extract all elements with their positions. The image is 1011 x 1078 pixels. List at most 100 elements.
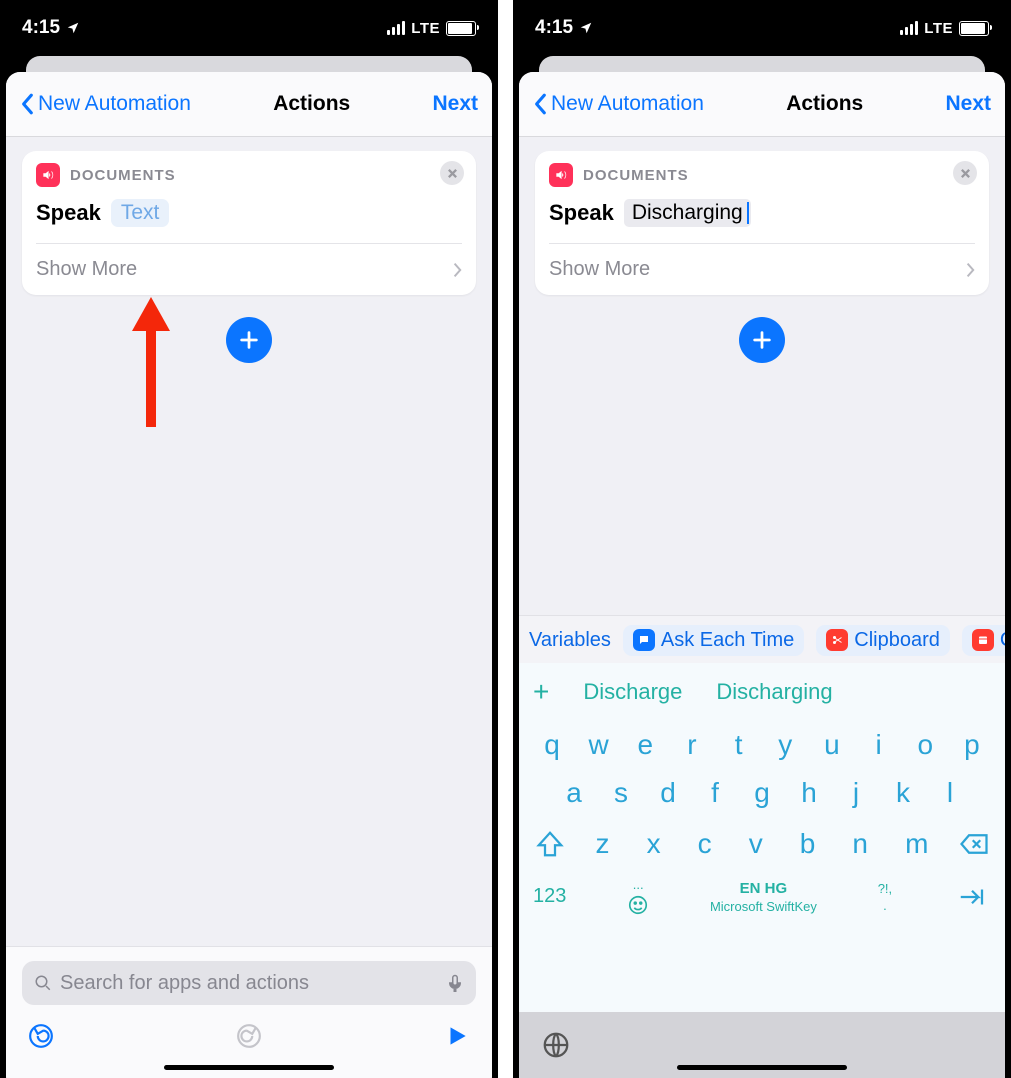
key-u[interactable]: u [811, 729, 853, 761]
chip-current[interactable]: Cur [962, 625, 1005, 656]
key-o[interactable]: o [904, 729, 946, 761]
chevron-left-icon [533, 93, 549, 115]
chip-clipboard[interactable]: Clipboard [816, 625, 950, 656]
key-t[interactable]: t [718, 729, 760, 761]
enter-key[interactable] [953, 878, 991, 916]
home-indicator[interactable] [164, 1065, 334, 1070]
numeric-key[interactable]: 123 [533, 885, 566, 908]
key-x[interactable]: x [647, 828, 661, 860]
main-sheet: New Automation Actions Next DOCUMENTS Sp… [519, 72, 1005, 1078]
suggestion-2[interactable]: Discharging [716, 679, 832, 705]
keyboard-row-2: a s d f g h j k l [519, 769, 1005, 817]
next-button[interactable]: Next [945, 92, 991, 116]
suggestion-1[interactable]: Discharge [583, 679, 682, 705]
suggestion-row: + Discharge Discharging [519, 663, 1005, 721]
key-k[interactable]: k [882, 777, 924, 809]
back-button[interactable]: New Automation [533, 92, 704, 116]
space-key[interactable]: EN HG Microsoft SwiftKey [710, 880, 817, 914]
phone-left: 4:15 LTE New Automation Actions Next [0, 0, 498, 1078]
chevron-left-icon [20, 93, 36, 115]
add-action-button[interactable] [739, 317, 785, 363]
action-card: DOCUMENTS Speak Text Show More [22, 151, 476, 295]
search-input[interactable]: Search for apps and actions [22, 961, 476, 1005]
globe-key[interactable] [541, 1030, 571, 1060]
show-more-label: Show More [549, 258, 650, 281]
key-c[interactable]: c [698, 828, 712, 860]
status-bar: 4:15 LTE [0, 0, 498, 56]
home-indicator[interactable] [677, 1065, 847, 1070]
close-button[interactable] [440, 161, 464, 185]
keyboard-row-3: z x c v b n m [519, 817, 1005, 871]
play-button[interactable] [444, 1023, 470, 1049]
key-d[interactable]: d [647, 777, 689, 809]
nav-bar: New Automation Actions Next [6, 72, 492, 137]
phone-right: 4:15 LTE New Automation Actions Next [513, 0, 1011, 1078]
keyboard-bottom-bar [519, 1012, 1005, 1078]
action-name: Speak [549, 200, 614, 226]
backspace-key[interactable] [955, 825, 993, 863]
redo-button[interactable] [236, 1023, 262, 1049]
action-name: Speak [36, 200, 101, 226]
variables-row: Variables Ask Each Time Clipboard Cur [519, 615, 1005, 664]
battery-icon [446, 21, 476, 36]
shift-key[interactable] [531, 825, 569, 863]
key-y[interactable]: y [764, 729, 806, 761]
show-more-label: Show More [36, 258, 137, 281]
key-z[interactable]: z [596, 828, 610, 860]
text-token[interactable]: Text [111, 199, 170, 227]
next-button[interactable]: Next [432, 92, 478, 116]
key-l[interactable]: l [929, 777, 971, 809]
key-b[interactable]: b [800, 828, 816, 860]
key-n[interactable]: n [852, 828, 868, 860]
variables-label[interactable]: Variables [529, 629, 611, 652]
add-action-button[interactable] [226, 317, 272, 363]
key-j[interactable]: j [835, 777, 877, 809]
text-field[interactable]: Discharging [624, 199, 751, 227]
back-label: New Automation [38, 92, 191, 116]
status-bar: 4:15 LTE [513, 0, 1011, 56]
calendar-icon [972, 629, 994, 651]
emoji-icon [627, 894, 649, 916]
key-h[interactable]: h [788, 777, 830, 809]
key-f[interactable]: f [694, 777, 736, 809]
location-icon [66, 21, 80, 35]
card-source: DOCUMENTS [70, 167, 176, 184]
key-i[interactable]: i [858, 729, 900, 761]
key-q[interactable]: q [531, 729, 573, 761]
back-button[interactable]: New Automation [20, 92, 191, 116]
main-sheet: New Automation Actions Next DOCUMENTS Sp… [6, 72, 492, 1078]
punctuation-key[interactable]: ?!, . [878, 881, 892, 913]
page-title: Actions [786, 92, 863, 116]
key-p[interactable]: p [951, 729, 993, 761]
status-time: 4:15 [22, 17, 60, 39]
key-r[interactable]: r [671, 729, 713, 761]
network-label: LTE [924, 20, 953, 37]
key-w[interactable]: w [578, 729, 620, 761]
location-icon [579, 21, 593, 35]
undo-button[interactable] [28, 1023, 54, 1049]
key-g[interactable]: g [741, 777, 783, 809]
key-m[interactable]: m [905, 828, 928, 860]
chip-ask-each-time[interactable]: Ask Each Time [623, 625, 804, 656]
add-suggestion-button[interactable]: + [533, 676, 549, 708]
card-source: DOCUMENTS [583, 167, 689, 184]
show-more-row[interactable]: Show More [535, 244, 989, 295]
key-v[interactable]: v [749, 828, 763, 860]
shift-icon [535, 829, 565, 859]
action-card: DOCUMENTS Speak Discharging Show More [535, 151, 989, 295]
key-e[interactable]: e [624, 729, 666, 761]
status-time: 4:15 [535, 17, 573, 39]
emoji-key[interactable]: ... [627, 877, 649, 916]
close-button[interactable] [953, 161, 977, 185]
search-placeholder: Search for apps and actions [60, 972, 438, 995]
chevron-right-icon [452, 262, 462, 278]
battery-icon [959, 21, 989, 36]
back-label: New Automation [551, 92, 704, 116]
key-s[interactable]: s [600, 777, 642, 809]
key-a[interactable]: a [553, 777, 595, 809]
signal-icon [387, 21, 405, 35]
speaker-icon [549, 163, 573, 187]
mic-icon[interactable] [446, 974, 464, 992]
show-more-row[interactable]: Show More [22, 244, 476, 295]
signal-icon [900, 21, 918, 35]
